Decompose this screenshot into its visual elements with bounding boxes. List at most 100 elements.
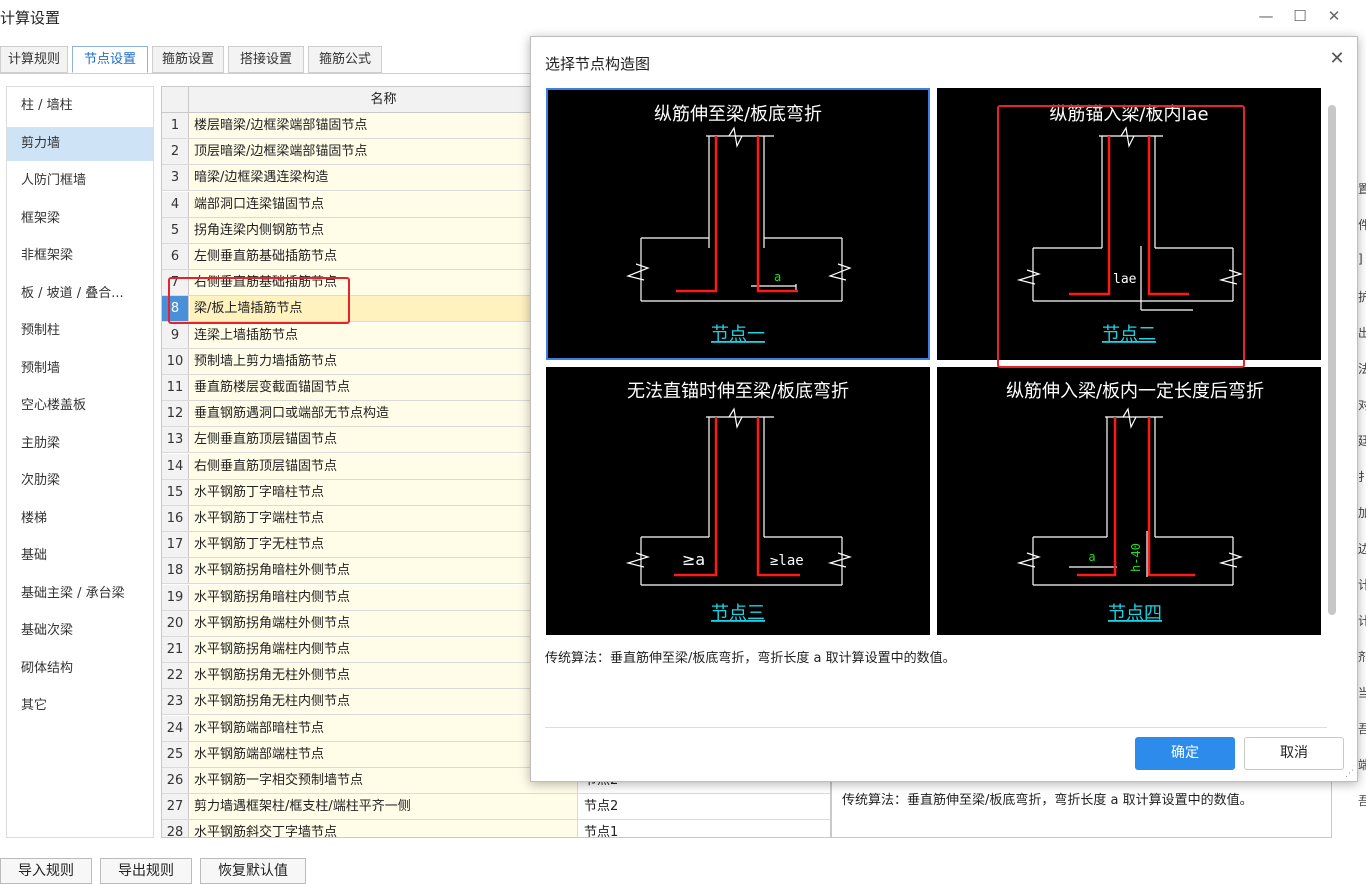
row-name: 垂直钢筋遇洞口或端部无节点构造 [190,401,578,427]
tab-stirrup-formula[interactable]: 箍筋公式 [308,46,382,73]
node-4-label-h40: h-40 [1129,543,1143,572]
row-name: 楼层暗梁/边框梁端部锚固节点 [190,113,578,138]
title-bar: 计算设置 — ☐ ✕ [0,0,1366,36]
clipped-char: 吾 [1358,794,1366,808]
ok-button[interactable]: 确定 [1135,737,1235,770]
row-number: 9 [162,322,189,348]
sidebar-item[interactable]: 板 / 坡道 / 叠合... [7,277,153,311]
row-number: 14 [162,453,189,479]
tab-calc-rules[interactable]: 计算规则 [0,46,68,73]
row-name: 连梁上墙插筋节点 [190,322,578,348]
table-row[interactable]: 28 水平钢筋斜交丁字墙节点 节点1 [162,820,830,837]
row-name: 拐角连梁内侧钢筋节点 [190,217,578,243]
select-node-dialog: 选择节点构造图 ✕ 纵筋伸至梁/板底弯折 a 节点一 纵筋锚入梁/板内lae l… [530,36,1358,782]
node-1-link: 节点一 [711,324,765,345]
row-number: 5 [162,217,189,243]
node-option-4[interactable]: 纵筋伸入梁/板内一定长度后弯折 a h-40 节点四 [937,367,1321,635]
row-number: 2 [162,139,189,165]
clipped-char: 扌 [1358,470,1366,484]
row-number: 22 [162,663,189,689]
row-name: 水平钢筋端部端柱节点 [190,741,578,767]
sidebar-item[interactable]: 主肋梁 [7,427,153,461]
node-option-3[interactable]: 无法直锚时伸至梁/板底弯折 ≥a ≥lae 节点三 [546,367,930,635]
row-number: 28 [162,820,189,837]
clipped-char: 置 [1358,182,1366,196]
sidebar-item[interactable]: 空心楼盖板 [7,389,153,423]
tab-stirrup-settings[interactable]: 箍筋设置 [152,46,224,73]
maximize-icon[interactable]: ☐ [1288,4,1312,28]
sidebar-item[interactable]: 基础 [7,539,153,573]
row-number: 15 [162,479,189,505]
export-rules-button[interactable]: 导出规则 [100,858,192,884]
tab-lap-settings[interactable]: 搭接设置 [228,46,304,73]
node-4-label-a: a [1088,550,1095,564]
sidebar-item[interactable]: 砌体结构 [7,652,153,686]
row-name: 左侧垂直筋顶层锚固节点 [190,427,578,453]
row-name: 水平钢筋斜交丁字墙节点 [190,820,578,837]
row-name: 顶层暗梁/边框梁端部锚固节点 [190,139,578,165]
sidebar-item[interactable]: 其它 [7,689,153,723]
red-highlight-row-8 [168,277,350,324]
row-number-header [162,87,189,113]
clipped-char: 边 [1358,542,1366,556]
resize-grip-icon[interactable]: ⋰ [1345,769,1355,779]
sidebar-item[interactable]: 非框架梁 [7,239,153,273]
sidebar-item[interactable]: 预制柱 [7,314,153,348]
dialog-description: 传统算法：垂直筋伸至梁/板底弯折，弯折长度 a 取计算设置中的数值。 [545,651,956,666]
row-name: 端部洞口连梁锚固节点 [190,191,578,217]
sidebar-item[interactable]: 基础主梁 / 承台梁 [7,577,153,611]
row-name: 水平钢筋拐角暗柱外侧节点 [190,558,578,584]
clipped-char: 加 [1358,506,1366,520]
red-highlight-node-2 [997,105,1245,368]
clipped-char: 件 [1358,218,1366,232]
row-value[interactable]: 节点1 [580,820,830,837]
node-3-title: 无法直锚时伸至梁/板底弯折 [627,381,849,402]
row-value[interactable]: 节点2 [580,794,830,819]
row-name: 垂直筋楼层变截面锚固节点 [190,375,578,400]
row-number: 12 [162,401,189,427]
scrollbar-thumb[interactable] [1328,105,1336,615]
node-4-link: 节点四 [1108,603,1162,624]
row-name: 暗梁/边框梁遇连梁构造 [190,165,578,191]
sidebar-item[interactable]: 基础次梁 [7,614,153,648]
sidebar-item[interactable]: 柱 / 墙柱 [7,89,153,123]
window-title: 计算设置 [0,9,61,27]
node-3-link: 节点三 [711,603,765,624]
clipped-char: 廷 [1358,434,1366,448]
row-number: 3 [162,165,189,191]
row-name: 剪力墙遇框架柱/框支柱/端柱平齐一侧 [190,794,578,820]
row-number: 1 [162,113,189,138]
sidebar-item[interactable]: 预制墙 [7,352,153,386]
row-number: 13 [162,427,189,453]
cancel-button[interactable]: 取消 [1244,737,1344,770]
clipped-char: 吾 [1358,722,1366,736]
row-name: 水平钢筋拐角暗柱内侧节点 [190,584,578,610]
node-3-label-a: ≥a [682,550,705,569]
sidebar-item[interactable]: 框架梁 [7,202,153,236]
sidebar-item[interactable]: 人防门框墙 [7,164,153,198]
node-option-1[interactable]: 纵筋伸至梁/板底弯折 a 节点一 [546,88,930,360]
sidebar-item[interactable]: 次肋梁 [7,464,153,498]
close-icon[interactable]: ✕ [1322,4,1346,28]
restore-defaults-button[interactable]: 恢复默认值 [200,858,306,884]
clipped-char: 剂 [1358,650,1366,664]
clipped-char: 当 [1358,686,1366,700]
node-1-title: 纵筋伸至梁/板底弯折 [654,104,822,125]
clipped-char: 计 [1358,614,1366,628]
sidebar-item[interactable]: 剪力墙 [7,126,153,161]
row-number: 27 [162,794,189,820]
dialog-scrollbar[interactable] [1326,101,1338,617]
minimize-icon[interactable]: — [1254,4,1278,28]
sidebar-item[interactable]: 楼梯 [7,502,153,536]
row-number: 20 [162,610,189,636]
dialog-close-icon[interactable]: ✕ [1327,49,1347,69]
clipped-char: 法 [1358,362,1366,376]
table-row[interactable]: 27 剪力墙遇框架柱/框支柱/端柱平齐一侧 节点2 [162,794,830,821]
row-name: 水平钢筋丁字无柱节点 [190,532,578,558]
clipped-char: 护 [1358,290,1366,304]
node-3-diagram: 无法直锚时伸至梁/板底弯折 ≥a ≥lae 节点三 [625,381,852,624]
tab-node-settings[interactable]: 节点设置 [72,46,148,73]
row-number: 6 [162,244,189,269]
import-rules-button[interactable]: 导入规则 [0,858,92,884]
row-name: 水平钢筋丁字端柱节点 [190,506,578,531]
